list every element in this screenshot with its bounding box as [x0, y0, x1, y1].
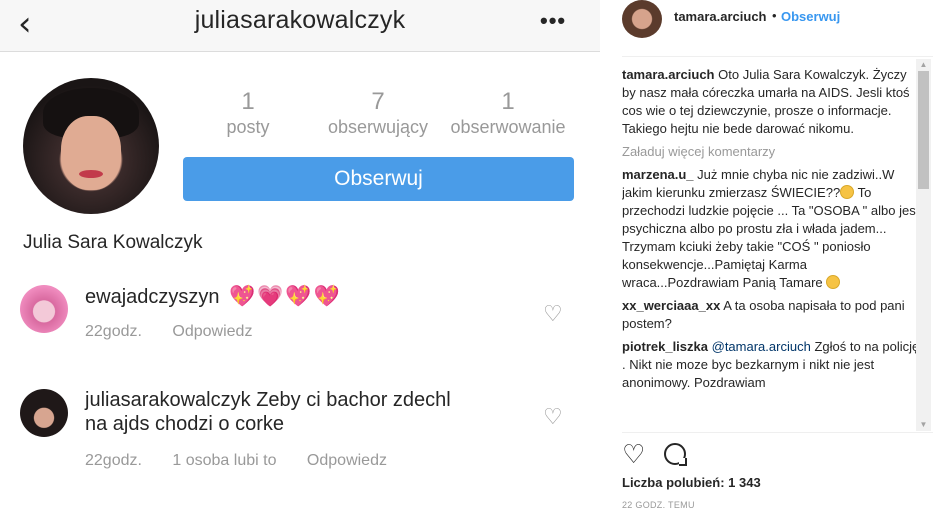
profile-avatar [23, 78, 159, 214]
comment-username[interactable]: piotrek_liszka [622, 339, 708, 354]
stat-following-label: obserwowanie [450, 117, 566, 137]
comment-meta: 22godz. 1 osoba lubi to Odpowiedz [85, 451, 413, 471]
comment-time: 22godz. [85, 452, 142, 469]
scroll-up-icon[interactable]: ▲ [916, 59, 931, 71]
comment-text-line2: na ajds chodzi o corke [85, 413, 285, 435]
stat-followers-label: obserwujący [327, 117, 429, 137]
heart-outline-icon: ♡ [543, 302, 563, 327]
stat-followers-value: 7 [371, 88, 385, 115]
comment-reply: Odpowiedz [306, 452, 387, 469]
profile-follow-button: Obserwuj [183, 157, 574, 201]
comment-reply: Odpowiedz [172, 323, 253, 340]
likes-count[interactable]: Liczba polubień: 1 343 [622, 475, 761, 490]
comment-text-continued: To przechodzi ludzkie pojęcie ... Ta "OS… [622, 185, 920, 290]
load-more-comments-button[interactable]: Załaduj więcej komentarzy [622, 143, 922, 161]
stat-posts: 1 posty [212, 88, 284, 138]
heart-outline-icon[interactable]: ♡ [622, 441, 645, 469]
list-item: piotrek_liszka @tamara.arciuch Zgłoś to … [622, 338, 922, 392]
post-caption: tamara.arciuch Oto Julia Sara Kowalczyk.… [622, 66, 922, 138]
scroll-down-icon[interactable]: ▼ [916, 419, 931, 431]
comment-username: juliasarakowalczyk [85, 389, 251, 411]
profile-header: ‹ juliasarakowalczyk ••• [0, 0, 600, 52]
comment-line: ewajadczyszyn 💖💗💖💖 [85, 284, 342, 310]
avatar[interactable] [622, 0, 662, 38]
post-header: tamara.arciuch • Obserwuj [600, 0, 933, 40]
post-sidebar: tamara.arciuch • Obserwuj tamara.arciuch… [600, 0, 933, 514]
stat-following: 1 obserwowanie [440, 88, 576, 138]
comment-likes: 1 osoba lubi to [172, 452, 277, 469]
avatar [20, 389, 68, 437]
heart-outline-icon: ♡ [543, 405, 563, 430]
stat-posts-value: 1 [241, 88, 255, 115]
comment-username[interactable]: marzena.u_ [622, 167, 694, 182]
profile-full-name: Julia Sara Kowalczyk [23, 232, 203, 253]
comments-scrollbar[interactable]: ▲ ▼ [916, 59, 931, 431]
comments-list[interactable]: tamara.arciuch Oto Julia Sara Kowalczyk.… [622, 66, 922, 432]
comment-time: 22godz. [85, 323, 142, 340]
smile-emoji-icon [826, 275, 841, 289]
comment-meta: 22godz. Odpowiedz [85, 322, 278, 342]
heart-emoji: 💖💗💖💖 [229, 284, 342, 308]
smile-emoji-icon [840, 185, 855, 199]
comment-username[interactable]: xx_werciaaa_xx [622, 298, 720, 313]
stat-followers: 7 obserwujący [318, 88, 438, 138]
comment-line: juliasarakowalczyk Zeby ci bachor zdechl [85, 388, 451, 413]
comment-mention[interactable]: @tamara.arciuch [712, 339, 811, 354]
instagram-page: ‹ juliasarakowalczyk ••• 1 posty 7 obser… [0, 0, 933, 514]
more-horizontal-icon: ••• [540, 8, 567, 33]
caption-username[interactable]: tamara.arciuch [622, 67, 715, 82]
list-item: marzena.u_ Już mnie chyba nic nie zadziw… [622, 166, 922, 292]
stat-posts-label: posty [226, 117, 270, 137]
profile-username-title: juliasarakowalczyk [194, 6, 406, 34]
avatar [20, 285, 68, 333]
follow-button[interactable]: Obserwuj [781, 9, 840, 24]
divider [622, 432, 933, 433]
post-author-username[interactable]: tamara.arciuch [674, 9, 767, 24]
separator-dot: • [772, 8, 777, 23]
divider [622, 56, 933, 57]
list-item: xx_werciaaa_xx A ta osoba napisała to po… [622, 297, 922, 333]
stat-following-value: 1 [501, 88, 515, 115]
comment-username: ewajadczyszyn [85, 286, 220, 308]
scrollbar-thumb[interactable] [918, 71, 929, 189]
comment-text: Zeby ci bachor zdechl [256, 389, 451, 411]
post-timestamp[interactable]: 22 godz. temu [622, 500, 695, 510]
comment-bubble-icon[interactable] [664, 443, 687, 466]
embedded-screenshot: ‹ juliasarakowalczyk ••• 1 posty 7 obser… [0, 0, 600, 514]
